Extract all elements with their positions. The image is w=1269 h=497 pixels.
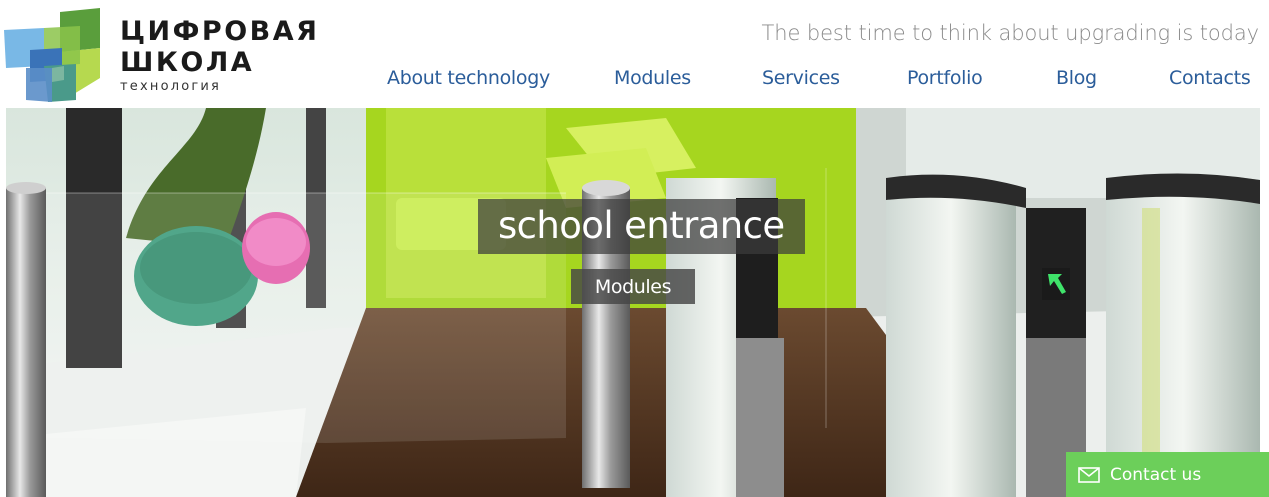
nav-item-portfolio[interactable]: Portfolio	[907, 67, 983, 89]
nav-item-contacts[interactable]: Contacts	[1169, 67, 1251, 89]
envelope-icon	[1078, 466, 1100, 483]
nav-item-about-technology[interactable]: About technology	[387, 67, 550, 89]
hero-title: school entrance	[478, 199, 805, 254]
hero-modules-button[interactable]: Modules	[571, 269, 695, 304]
arrow-sign-icon	[1042, 268, 1070, 300]
logo-title-line1: ЦИФРОВАЯ	[120, 16, 320, 47]
site-header: ЦИФРОВАЯ ШКОЛА технология The best time …	[0, 0, 1269, 108]
main-nav: About technology Modules Services Portfo…	[386, 67, 1258, 95]
contact-us-button[interactable]: Contact us	[1066, 452, 1269, 497]
logo-wordmark: ЦИФРОВАЯ ШКОЛА технология	[120, 16, 319, 94]
nav-item-services[interactable]: Services	[762, 67, 840, 89]
logo-mark-icon	[4, 8, 100, 102]
logo-title-line2: ШКОЛА	[120, 47, 255, 78]
contact-us-label: Contact us	[1110, 464, 1202, 485]
header-tagline: The best time to think about upgrading i…	[761, 21, 1260, 45]
nav-item-modules[interactable]: Modules	[614, 67, 691, 89]
logo-subtitle: технология	[120, 79, 222, 94]
nav-item-blog[interactable]: Blog	[1056, 67, 1097, 89]
site-logo[interactable]: ЦИФРОВАЯ ШКОЛА технология	[4, 8, 317, 104]
hero-slider[interactable]: school entrance Modules	[6, 108, 1260, 497]
